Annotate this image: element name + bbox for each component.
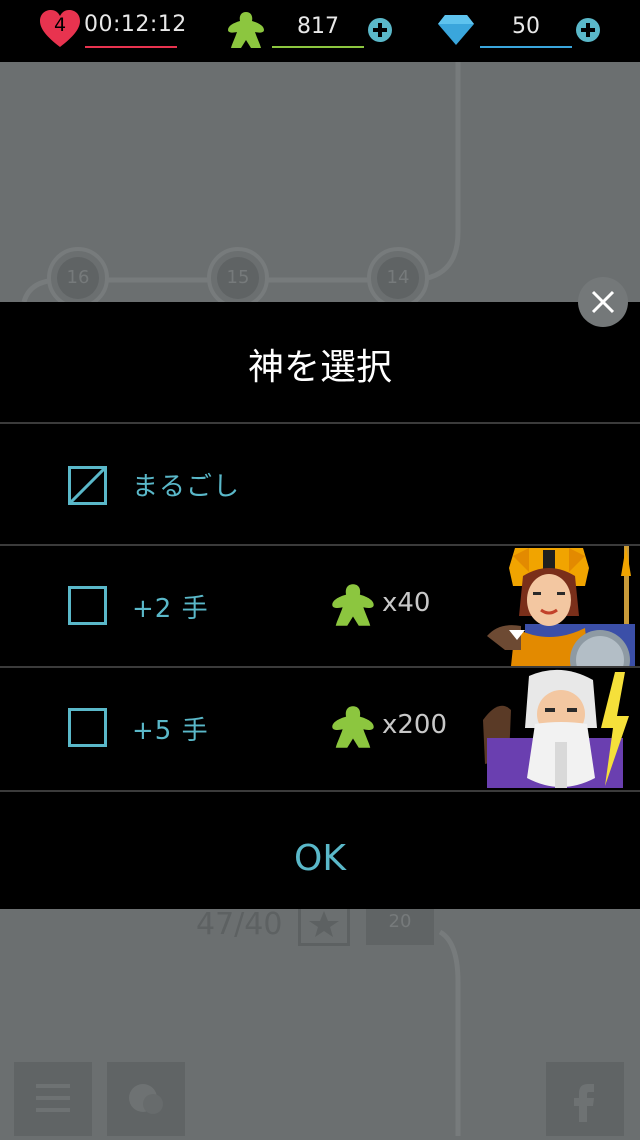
zeus-illustration [483, 669, 629, 788]
level-node-number: 14 [377, 257, 419, 299]
option-row-plus2[interactable]: +2 手 x40 [0, 544, 640, 666]
dialog-title: 神を選択 [247, 347, 392, 388]
god-select-dialog: 神を選択 まるごし +2 手 x40 +5 手 x200 OK [0, 302, 640, 909]
timer-underline [85, 46, 177, 48]
option-label: +2 手 [132, 594, 209, 624]
athena-illustration [487, 546, 635, 666]
option-cost: x40 [382, 588, 431, 618]
add-gems-button[interactable] [576, 18, 600, 42]
level-badge[interactable]: 20 [366, 907, 434, 945]
level-node-number: 15 [217, 257, 259, 299]
game-center-icon [129, 1084, 163, 1114]
option-label: まるごし [132, 472, 241, 502]
option-row-none[interactable]: まるごし [0, 422, 640, 544]
gem-icon [438, 15, 474, 45]
level-badge-number: 20 [388, 911, 412, 932]
game-center-button[interactable] [107, 1062, 185, 1136]
close-button[interactable] [578, 277, 628, 327]
checkbox[interactable] [68, 708, 107, 747]
facebook-button[interactable] [546, 1062, 624, 1136]
level-node[interactable]: 14 [367, 247, 429, 309]
hamburger-icon [36, 1084, 70, 1112]
level-node-number: 16 [57, 257, 99, 299]
gem-underline [480, 46, 572, 48]
option-cost: x200 [382, 710, 448, 740]
facebook-icon [574, 1084, 594, 1122]
meeple-count: 817 [297, 14, 339, 39]
lives-count: 4 [53, 14, 67, 36]
status-bar: 4 00:12:12 817 50 [0, 0, 640, 62]
ok-button[interactable]: OK [0, 790, 640, 911]
checkbox[interactable] [68, 586, 107, 625]
level-node[interactable]: 15 [207, 247, 269, 309]
meeple-icon [228, 12, 264, 48]
slash-icon [71, 469, 104, 502]
life-timer: 00:12:12 [84, 12, 187, 37]
meeple-underline [272, 46, 364, 48]
option-row-plus5[interactable]: +5 手 x200 [0, 666, 640, 788]
gem-count: 50 [512, 14, 540, 39]
menu-button[interactable] [14, 1062, 92, 1136]
meeple-icon [332, 584, 374, 626]
add-meeples-button[interactable] [368, 18, 392, 42]
close-icon [591, 290, 615, 314]
level-node[interactable]: 16 [47, 247, 109, 309]
meeple-icon [332, 706, 374, 748]
checkbox-slashed[interactable] [68, 466, 107, 505]
star-progress: 47/40 [196, 907, 283, 942]
option-label: +5 手 [132, 716, 209, 746]
